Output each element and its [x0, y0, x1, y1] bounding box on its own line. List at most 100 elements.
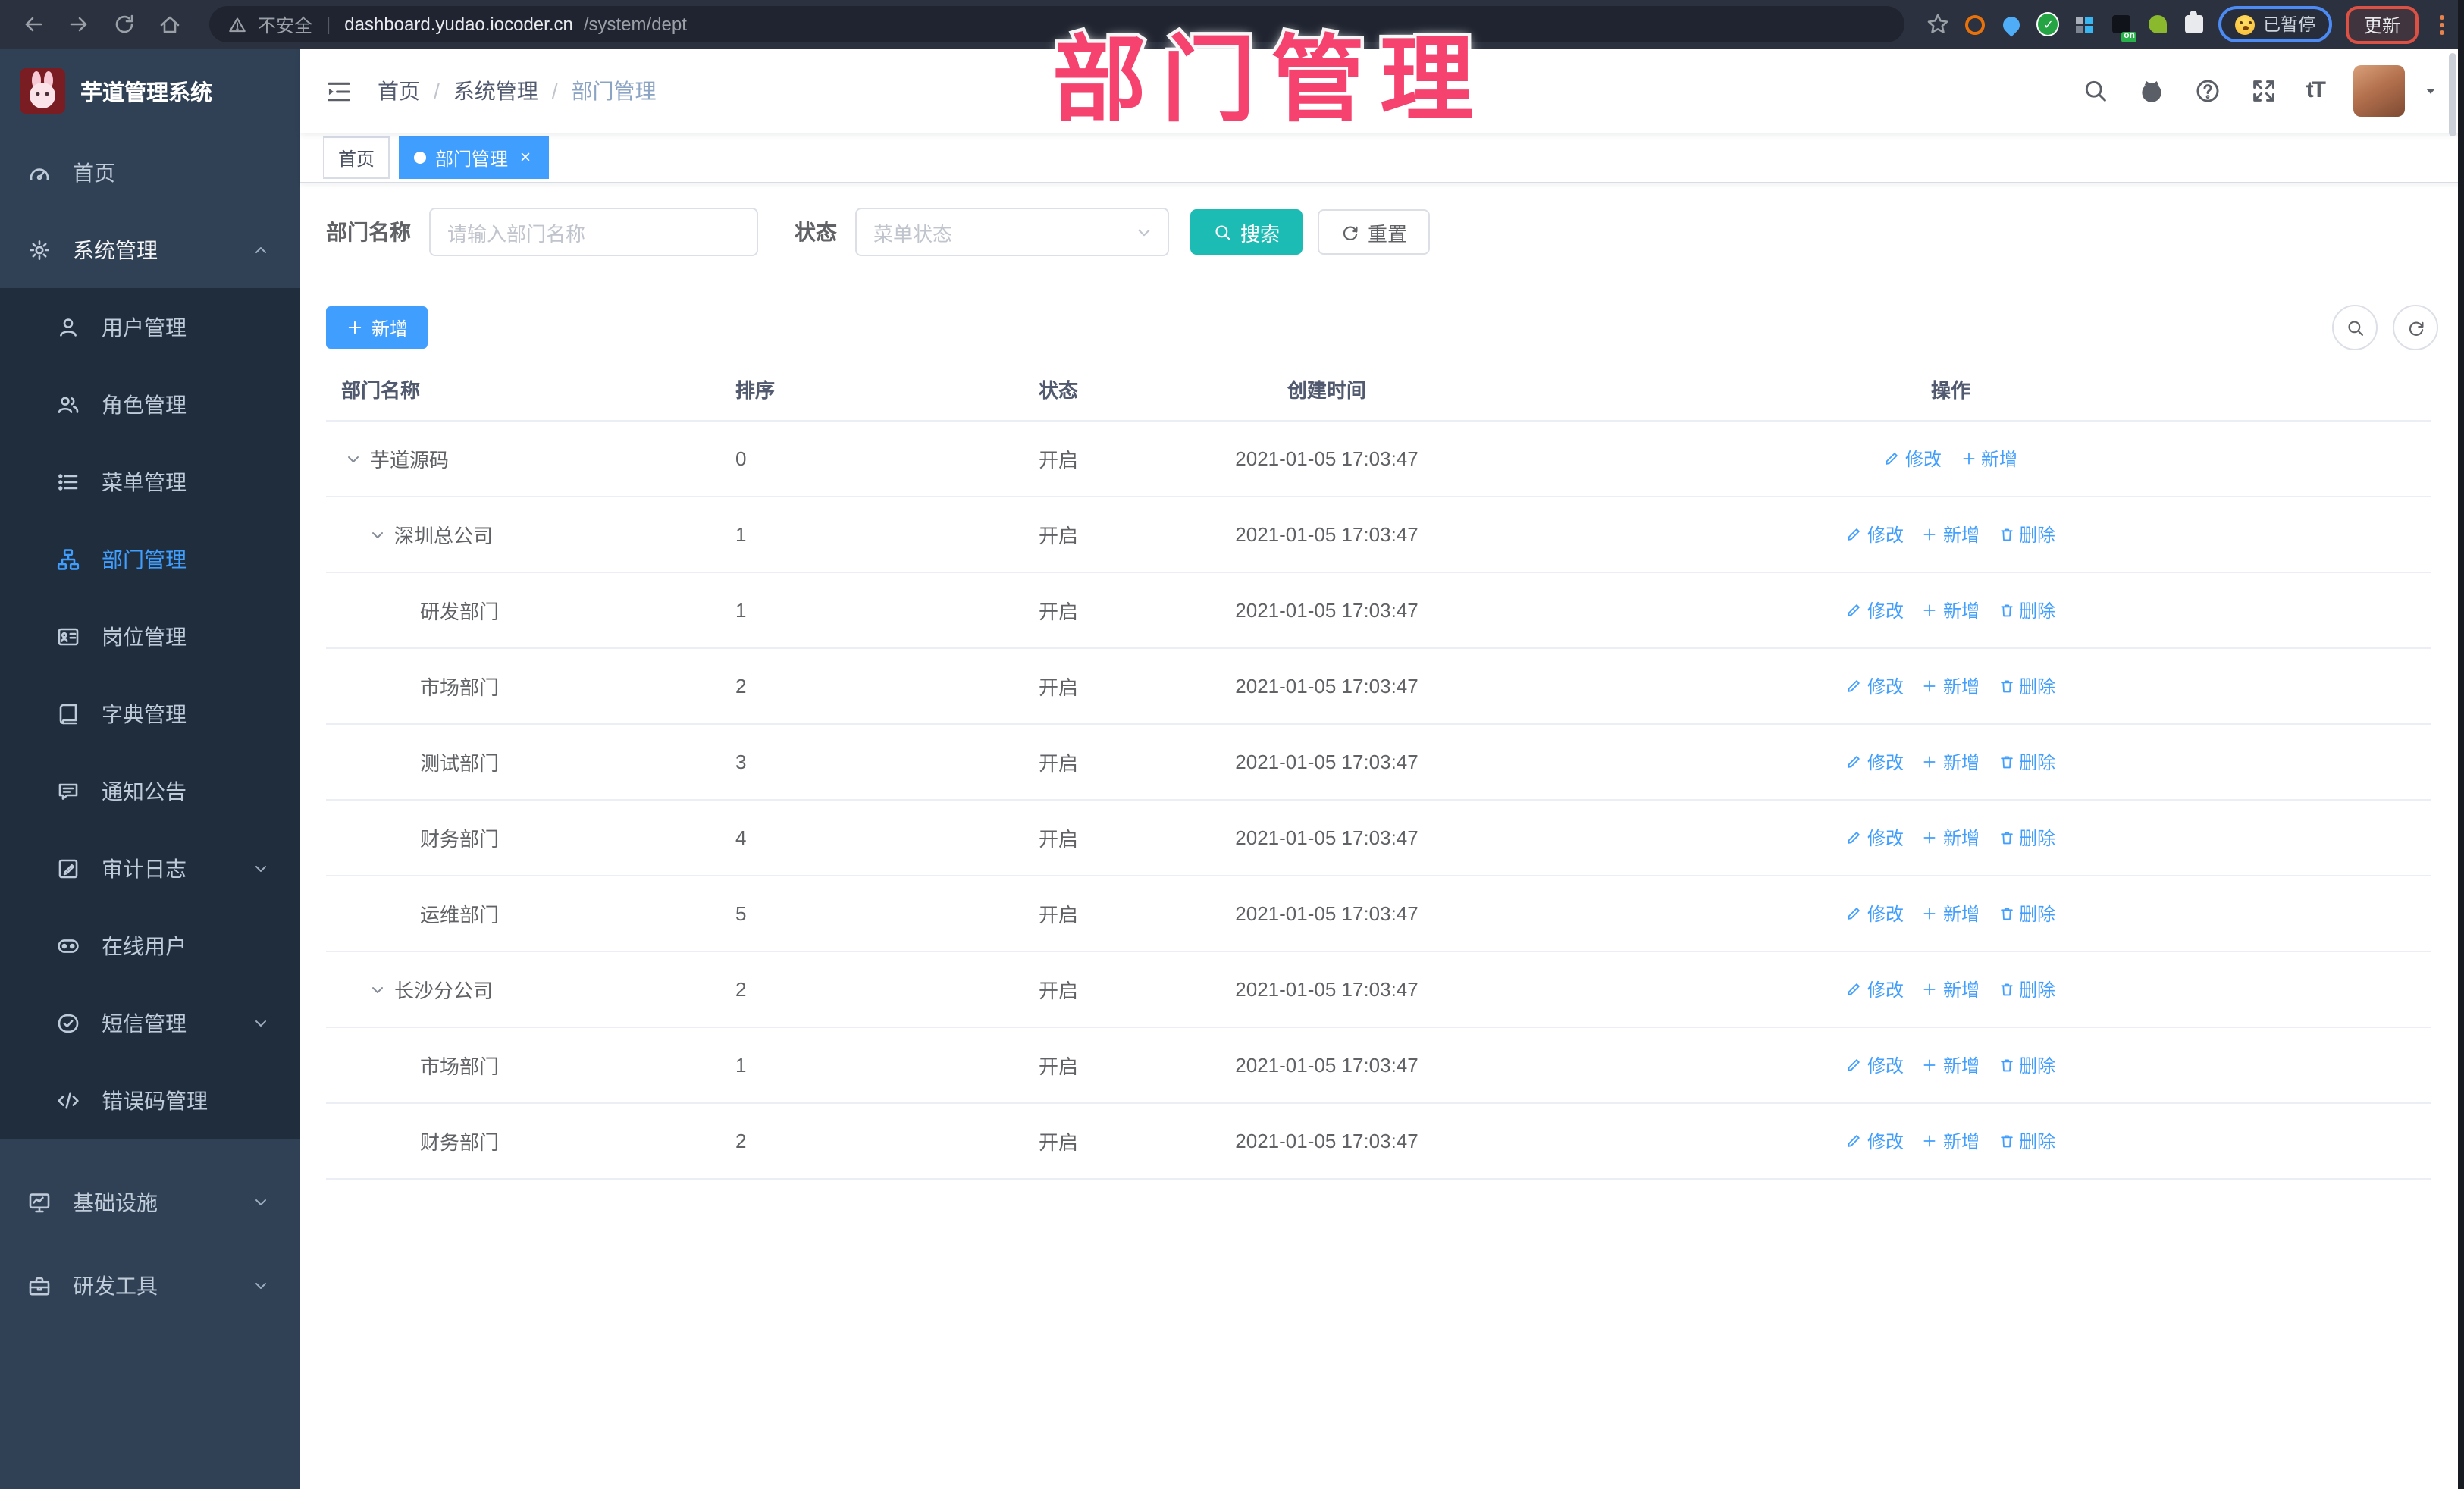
reload-icon[interactable]: [106, 6, 143, 42]
tab-首页[interactable]: 首页: [323, 136, 390, 179]
edit-link[interactable]: 修改: [1846, 1128, 1904, 1154]
screen: 不安全 | dashboard.yudao.iocoder.cn/system/…: [0, 0, 2464, 1489]
scrollbar[interactable]: [2449, 53, 2456, 136]
search-icon[interactable]: [2082, 77, 2109, 105]
ext-on-icon[interactable]: on: [2110, 13, 2137, 42]
table-row: 长沙分公司 2 开启 2021-01-05 17:03:47 修改 新增 删除: [326, 951, 2431, 1027]
add-link[interactable]: 新增: [1922, 522, 1980, 547]
sidebar-item-短信管理[interactable]: 短信管理: [0, 984, 300, 1061]
sidebar-item-在线用户[interactable]: 在线用户: [0, 907, 300, 984]
sidebar-item-菜单管理[interactable]: 菜单管理: [0, 443, 300, 520]
add-link[interactable]: 新增: [1922, 1052, 1980, 1078]
add-link[interactable]: 新增: [1922, 749, 1980, 775]
sort-cell: 0: [735, 447, 747, 470]
edit-link[interactable]: 修改: [1846, 522, 1904, 547]
browser-menu-icon[interactable]: [2435, 14, 2449, 34]
ext-grid-icon[interactable]: [2074, 13, 2096, 36]
tree-expand-icon[interactable]: [344, 450, 362, 468]
edit-link[interactable]: 修改: [1846, 825, 1904, 851]
delete-link[interactable]: 删除: [1998, 597, 2055, 623]
sidebar-item-错误码管理[interactable]: 错误码管理: [0, 1061, 300, 1139]
fullscreen-icon[interactable]: [2250, 77, 2277, 105]
close-icon[interactable]: [517, 148, 534, 168]
delete-link[interactable]: 删除: [1998, 522, 2055, 547]
actions-cell: 修改 新增 删除: [1471, 673, 2431, 699]
delete-link[interactable]: 删除: [1998, 1052, 2055, 1078]
table-header: 部门名称 排序 状态 创建时间 操作: [326, 356, 2431, 420]
trash-icon: [1998, 905, 2014, 922]
status-select[interactable]: 菜单状态: [855, 208, 1169, 256]
edit-link[interactable]: 修改: [1846, 901, 1904, 926]
browser-update-button[interactable]: 更新: [2345, 5, 2419, 43]
add-link[interactable]: 新增: [1922, 976, 1980, 1002]
sidebar-item-用户管理[interactable]: 用户管理: [0, 288, 300, 365]
tab-部门管理[interactable]: 部门管理: [399, 136, 550, 179]
edit-link[interactable]: 修改: [1846, 1052, 1904, 1078]
sidebar-item-字典管理[interactable]: 字典管理: [0, 675, 300, 752]
sidebar-item-系统管理[interactable]: 系统管理: [0, 211, 300, 288]
sidebar-item-部门管理[interactable]: 部门管理: [0, 520, 300, 597]
sidebar-item-首页[interactable]: 首页: [0, 133, 300, 211]
github-icon[interactable]: [2138, 77, 2165, 105]
add-button[interactable]: 新增: [326, 306, 428, 349]
delete-link[interactable]: 删除: [1998, 825, 2055, 851]
ext-pin-icon[interactable]: [2000, 12, 2024, 36]
sidebar-item-审计日志[interactable]: 审计日志: [0, 829, 300, 907]
avatar[interactable]: [2353, 65, 2405, 117]
dept-name-input[interactable]: 请输入部门名称: [429, 208, 758, 256]
tree-expand-icon[interactable]: [368, 525, 387, 544]
table-row: 市场部门 1 开启 2021-01-05 17:03:47 修改 新增 删除: [326, 1027, 2431, 1102]
delete-link[interactable]: 删除: [1998, 976, 2055, 1002]
sidebar-item-角色管理[interactable]: 角色管理: [0, 365, 300, 443]
breadcrumb-item-首页[interactable]: 首页: [378, 76, 420, 106]
edit-link[interactable]: 修改: [1846, 976, 1904, 1002]
edit-link[interactable]: 修改: [1884, 446, 1942, 472]
search-button[interactable]: 搜索: [1190, 209, 1303, 255]
chevron-up-icon: [252, 240, 270, 259]
sidebar-item-通知公告[interactable]: 通知公告: [0, 752, 300, 829]
refresh-table-button[interactable]: [2393, 305, 2438, 350]
profile-paused-chip[interactable]: 已暂停: [2218, 6, 2332, 42]
question-icon[interactable]: [2194, 77, 2221, 105]
sidebar-item-岗位管理[interactable]: 岗位管理: [0, 597, 300, 675]
delete-link[interactable]: 删除: [1998, 901, 2055, 926]
edit-link-label: 修改: [1867, 752, 1904, 773]
table-body: 芋道源码 0 开启 2021-01-05 17:03:47 修改 新增 深圳总公司 1 开启 20…: [326, 420, 2431, 1180]
edit-link-label: 修改: [1904, 449, 1942, 470]
toggle-search-button[interactable]: [2332, 305, 2378, 350]
ext-orange-icon[interactable]: [1964, 13, 1987, 36]
arrow-right-icon[interactable]: [61, 6, 97, 42]
create-time-cell: 2021-01-05 17:03:47: [1235, 751, 1419, 773]
pencil-icon: [1846, 905, 1863, 922]
caret-down-icon[interactable]: [2422, 82, 2440, 100]
tree-expand-icon[interactable]: [368, 980, 387, 998]
home-icon[interactable]: [152, 6, 188, 42]
ext-puzzle-icon[interactable]: [2183, 11, 2205, 36]
delete-link[interactable]: 删除: [1998, 673, 2055, 699]
sidebar-item-研发工具[interactable]: 研发工具: [0, 1243, 300, 1327]
address-bar[interactable]: 不安全 | dashboard.yudao.iocoder.cn/system/…: [209, 6, 1905, 42]
edit-link[interactable]: 修改: [1846, 597, 1904, 623]
edit-link[interactable]: 修改: [1846, 673, 1904, 699]
add-link[interactable]: 新增: [1922, 673, 1980, 699]
hamburger-icon[interactable]: [324, 77, 353, 105]
add-link[interactable]: 新增: [1922, 1128, 1980, 1154]
add-link-label: 新增: [1942, 600, 1980, 622]
org-tree-icon: [56, 547, 80, 571]
ext-green-check-icon[interactable]: ✓: [2036, 12, 2060, 36]
delete-link[interactable]: 删除: [1998, 1128, 2055, 1154]
app-logo[interactable]: 芋道管理系统: [0, 49, 300, 133]
add-link[interactable]: 新增: [1960, 446, 2017, 472]
add-link[interactable]: 新增: [1922, 597, 1980, 623]
ext-leaf-icon[interactable]: [2146, 13, 2169, 36]
add-link-label: 新增: [1942, 752, 1980, 773]
edit-link[interactable]: 修改: [1846, 749, 1904, 775]
sidebar-item-基础设施[interactable]: 基础设施: [0, 1160, 300, 1243]
arrow-left-icon[interactable]: [15, 6, 52, 42]
reset-button[interactable]: 重置: [1318, 209, 1431, 255]
dept-table: 部门名称 排序 状态 创建时间 操作 芋道源码 0 开启 2021-01-05 17:03:4…: [326, 356, 2431, 1180]
delete-link[interactable]: 删除: [1998, 749, 2055, 775]
add-link[interactable]: 新增: [1922, 825, 1980, 851]
bookmark-star-icon[interactable]: [1926, 12, 1951, 36]
add-link[interactable]: 新增: [1922, 901, 1980, 926]
